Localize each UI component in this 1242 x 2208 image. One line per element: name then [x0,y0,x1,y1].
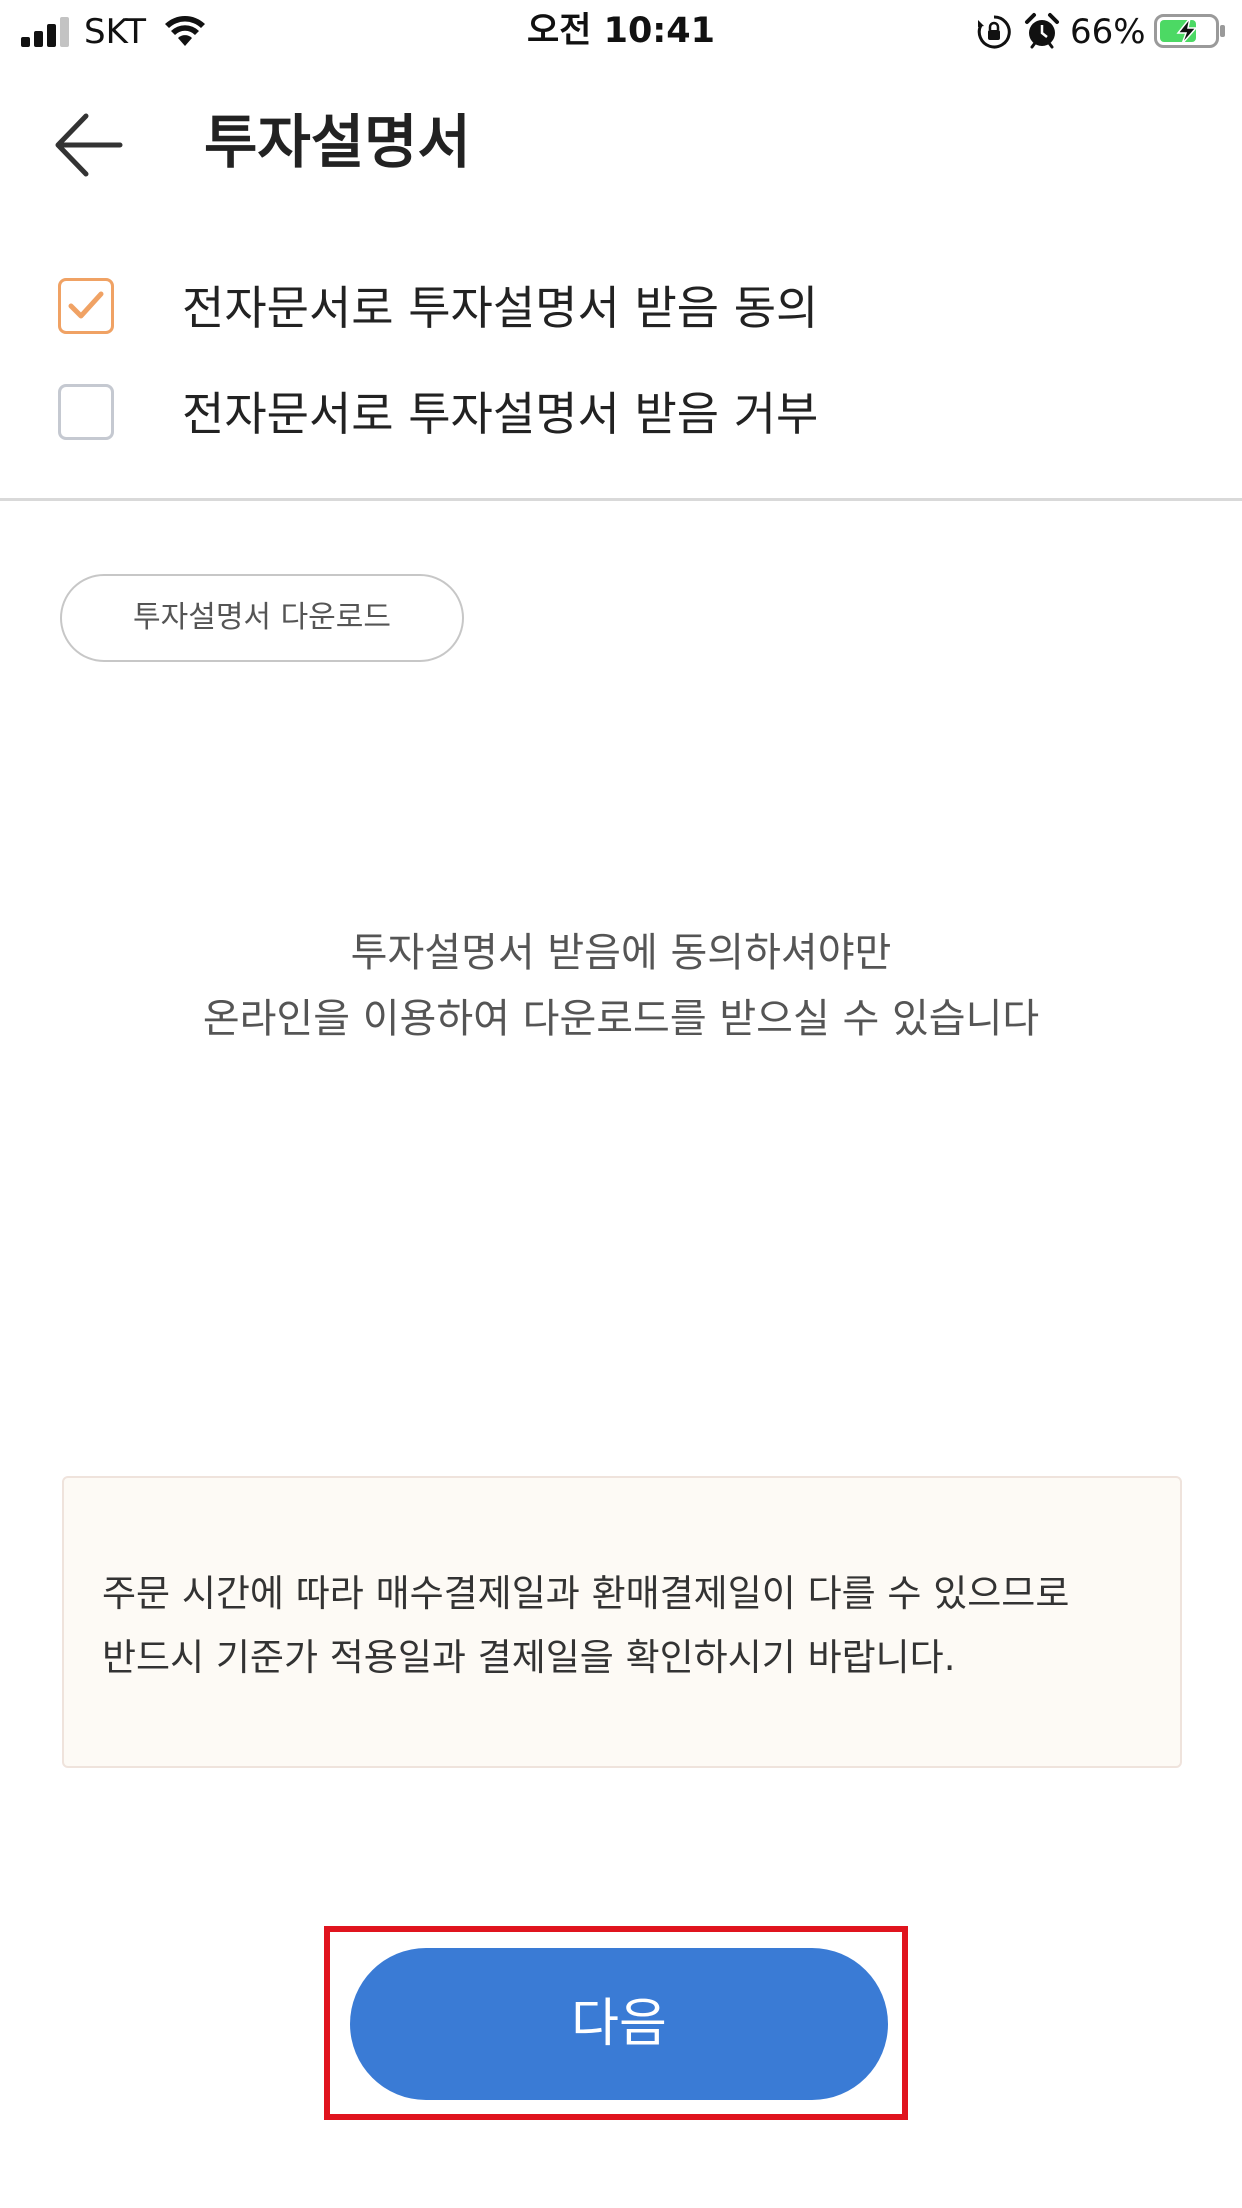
notice-box: 주문 시간에 따라 매수결제일과 환매결제일이 다를 수 있으므로 반드시 기준… [62,1476,1182,1768]
back-arrow-icon[interactable] [52,108,126,182]
agree-label: 전자문서로 투자설명서 받음 동의 [182,281,819,335]
option-refuse[interactable]: 전자문서로 투자설명서 받음 거부 [58,384,958,446]
next-button[interactable]: 다음 [350,1948,888,2100]
page-title: 투자설명서 [204,108,471,176]
info-line-2: 온라인을 이용하여 다운로드를 받으실 수 있습니다 [202,996,1040,1042]
refuse-checkbox[interactable] [58,384,114,440]
alarm-icon [1025,13,1059,49]
battery-icon [1154,14,1225,48]
agree-checkbox[interactable] [58,278,114,334]
download-prospectus-button[interactable]: 투자설명서 다운로드 [60,574,464,662]
divider [0,498,1242,501]
info-line-1: 투자설명서 받음에 동의하셔야만 [350,930,892,976]
checkmark-icon [68,291,104,319]
refuse-label: 전자문서로 투자설명서 받음 거부 [182,387,819,441]
notice-line-2: 반드시 기준가 적용일과 결제일을 확인하시기 바랍니다. [102,1636,956,1679]
battery-percent: 66% [1070,12,1146,52]
notice-line-1: 주문 시간에 따라 매수결제일과 환매결제일이 다를 수 있으므로 [102,1572,1070,1615]
status-bar: SKT 오전 10:41 66% [0,0,1242,62]
info-message: 투자설명서 받음에 동의하셔야만 온라인을 이용하여 다운로드를 받으실 수 있… [0,920,1242,1052]
option-agree[interactable]: 전자문서로 투자설명서 받음 동의 [58,278,958,340]
notice-text: 주문 시간에 따라 매수결제일과 환매결제일이 다를 수 있으므로 반드시 기준… [102,1562,1162,1690]
rotation-lock-icon [977,15,1011,49]
